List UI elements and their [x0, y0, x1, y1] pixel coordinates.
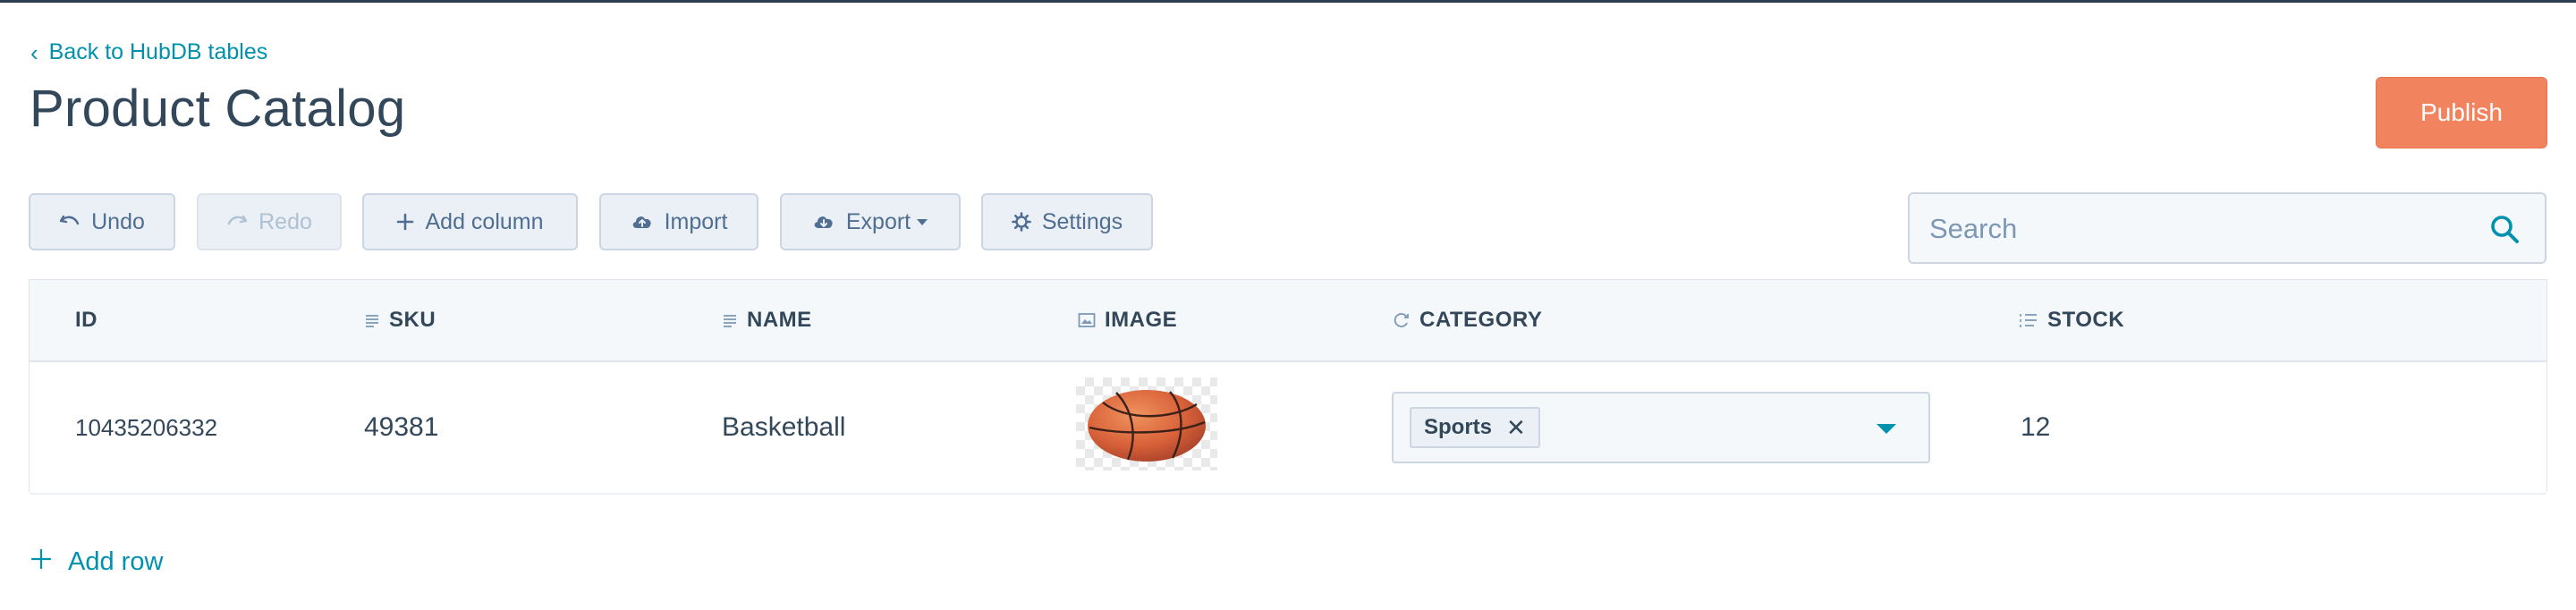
gear-icon	[1012, 212, 1031, 232]
undo-button[interactable]: Undo	[29, 193, 175, 250]
column-header-label: IMAGE	[1105, 308, 1178, 332]
column-header-label: CATEGORY	[1419, 308, 1543, 332]
import-label: Import	[664, 208, 728, 234]
column-header-image[interactable]: IMAGE	[1078, 280, 1177, 360]
basketball-image	[1088, 390, 1206, 462]
chevron-left-icon: ‹	[30, 38, 38, 66]
column-header-label: STOCK	[2047, 308, 2125, 332]
back-link-label: Back to HubDB tables	[48, 39, 268, 64]
image-icon	[1078, 312, 1096, 328]
cloud-upload-icon	[631, 213, 654, 231]
cell-sku[interactable]: 49381	[364, 362, 438, 493]
import-button[interactable]: Import	[599, 193, 758, 250]
column-header-label: SKU	[389, 308, 436, 332]
cell-image[interactable]	[1076, 377, 1217, 470]
category-tag: Sports ✕	[1410, 407, 1540, 448]
data-table: ID SKU NAME IMAGE CATEGORY STOCK 1043520…	[29, 279, 2547, 495]
column-header-stock[interactable]: STOCK	[2019, 280, 2124, 360]
text-lines-icon	[722, 312, 738, 328]
top-border	[0, 0, 2576, 3]
column-header-label: ID	[75, 308, 97, 332]
publish-button[interactable]: Publish	[2376, 77, 2547, 148]
number-list-icon	[2019, 312, 2038, 328]
settings-button[interactable]: Settings	[981, 193, 1153, 250]
add-column-button[interactable]: Add column	[362, 193, 578, 250]
remove-tag-icon[interactable]: ✕	[1506, 416, 1526, 439]
export-label: Export	[845, 208, 911, 234]
column-header-label: NAME	[747, 308, 812, 332]
select-icon	[1393, 311, 1411, 329]
search-icon[interactable]	[2489, 214, 2520, 249]
add-column-label: Add column	[425, 208, 544, 234]
export-dropdown-button[interactable]: Export	[780, 193, 961, 250]
settings-label: Settings	[1041, 208, 1123, 234]
table-row[interactable]: 10435206332 49381 Basketball Sports ✕ 12	[30, 362, 2546, 495]
column-header-sku[interactable]: SKU	[364, 280, 436, 360]
cloud-download-icon	[812, 213, 835, 231]
page-title: Product Catalog	[30, 80, 406, 138]
column-header-category[interactable]: CATEGORY	[1393, 280, 1542, 360]
undo-label: Undo	[91, 208, 145, 234]
back-to-tables-link[interactable]: ‹ Back to HubDB tables	[30, 39, 267, 65]
undo-icon	[59, 213, 80, 231]
redo-icon	[226, 213, 248, 231]
redo-label: Redo	[258, 208, 312, 234]
text-lines-icon	[364, 312, 380, 328]
caret-down-icon[interactable]	[1877, 424, 1896, 434]
add-row-label: Add row	[68, 547, 164, 576]
table-header: ID SKU NAME IMAGE CATEGORY STOCK	[30, 280, 2546, 362]
search-input[interactable]	[1928, 194, 2468, 264]
redo-button[interactable]: Redo	[197, 193, 342, 250]
caret-down-icon	[916, 217, 928, 226]
plus-icon	[30, 547, 52, 577]
column-header-name[interactable]: NAME	[722, 280, 812, 360]
category-tag-label: Sports	[1424, 415, 1493, 439]
column-header-id[interactable]: ID	[75, 280, 97, 360]
add-row-button[interactable]: Add row	[30, 547, 163, 577]
plus-icon	[396, 213, 414, 231]
cell-name[interactable]: Basketball	[722, 362, 845, 493]
cell-id[interactable]: 10435206332	[75, 362, 217, 493]
search-box	[1908, 192, 2546, 264]
category-select[interactable]: Sports ✕	[1392, 392, 1930, 463]
cell-stock[interactable]: 12	[2021, 362, 2050, 493]
